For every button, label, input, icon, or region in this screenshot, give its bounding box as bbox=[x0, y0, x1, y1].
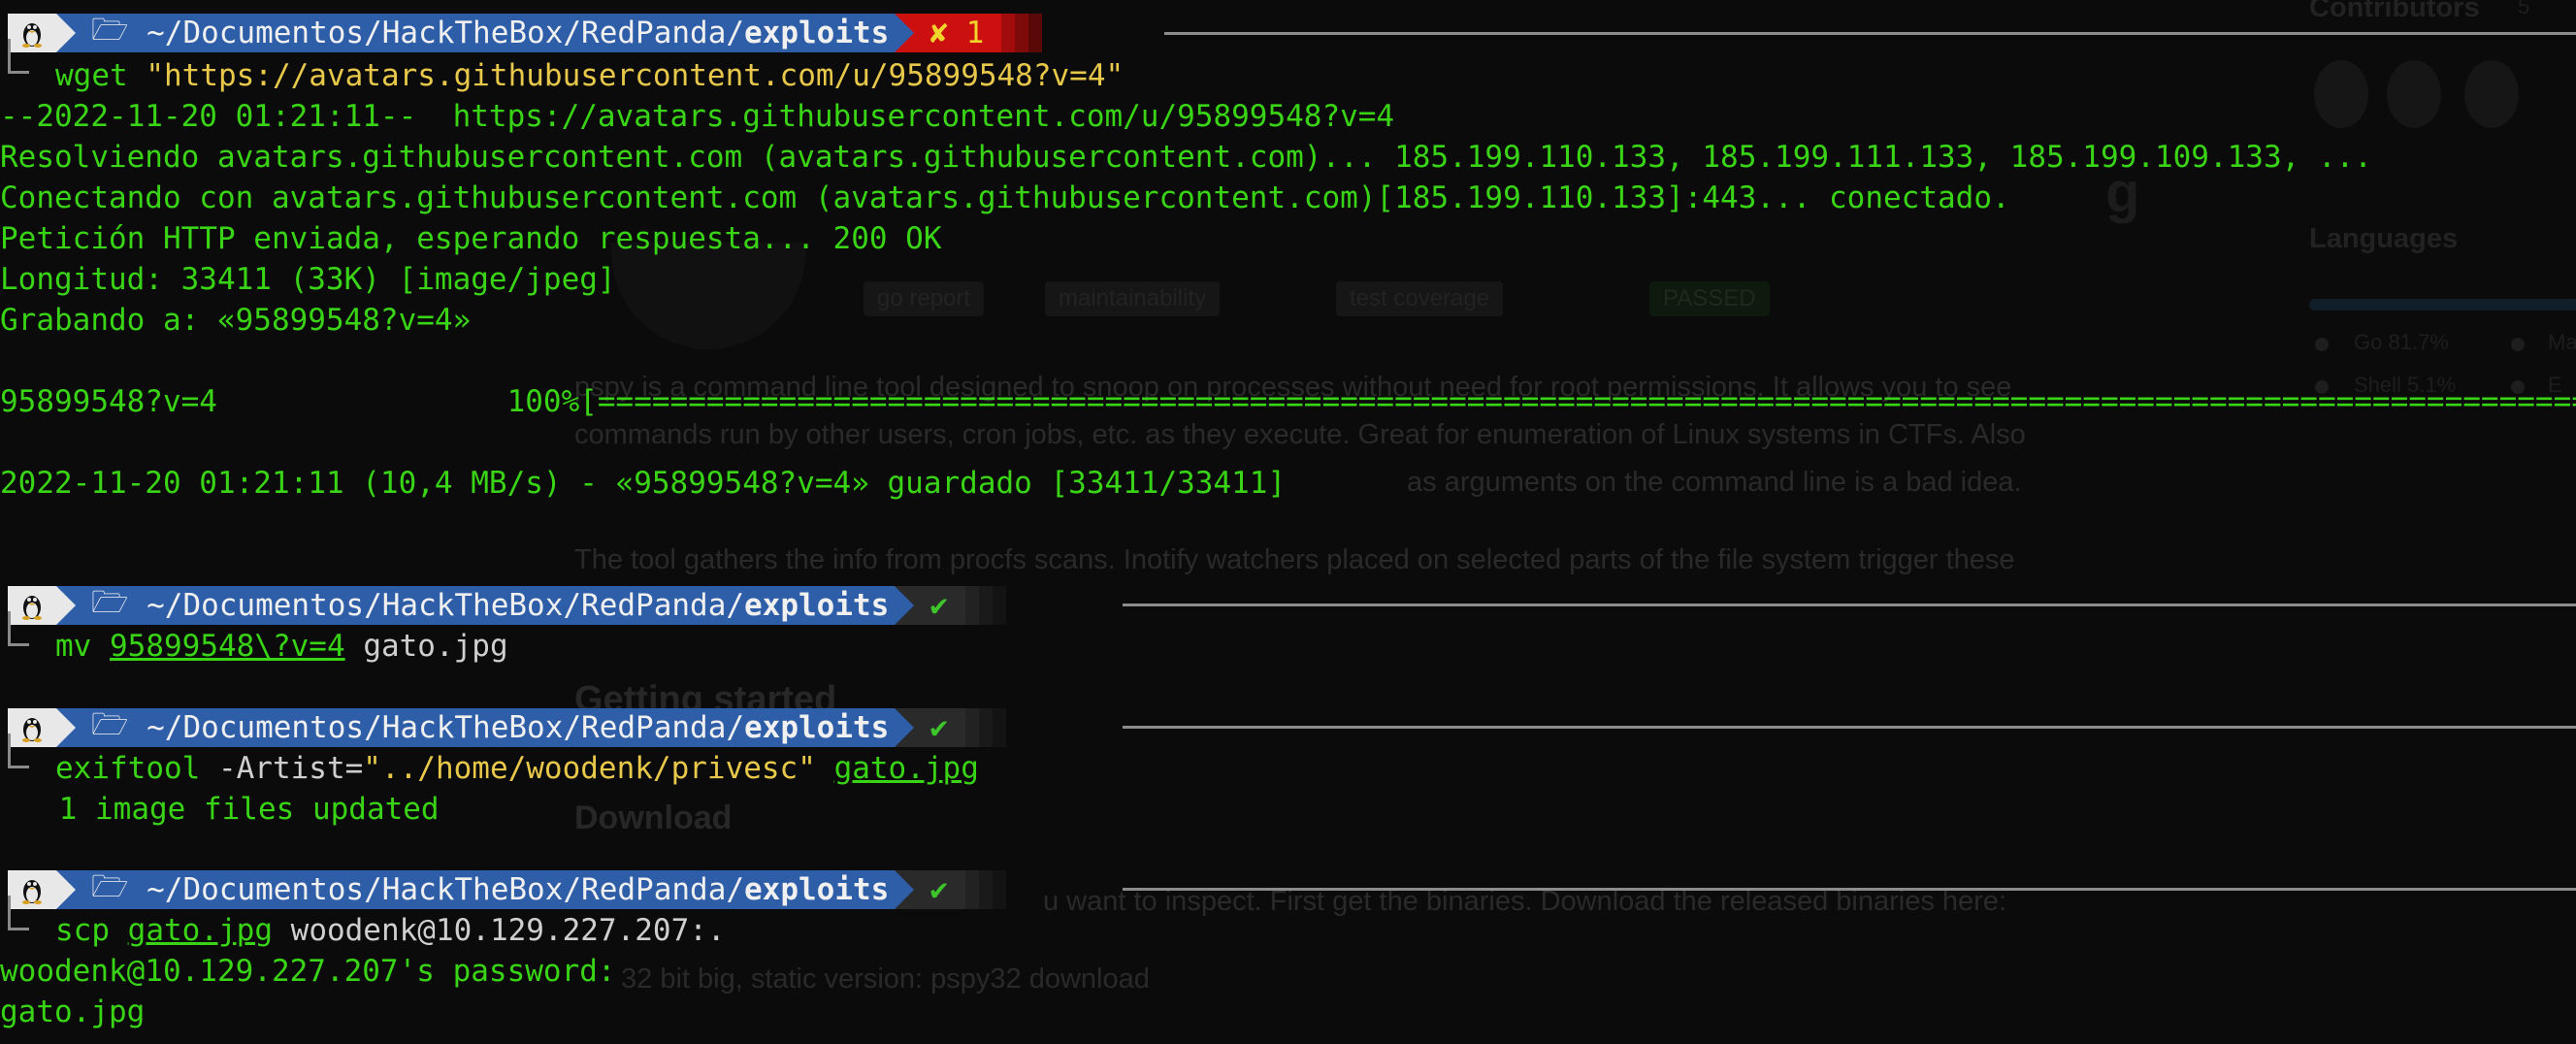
output-line: Grabando a: «95899548?v=4» bbox=[0, 303, 472, 338]
output-line: Conectando con avatars.githubusercontent… bbox=[0, 180, 2010, 215]
prompt-connector bbox=[8, 896, 11, 930]
folder-icon: 🗁 bbox=[91, 12, 129, 48]
prompt-connector bbox=[8, 928, 29, 930]
output-line: --2022-11-20 01:21:11-- https://avatars.… bbox=[0, 99, 1395, 134]
command-line[interactable]: scp gato.jpg woodenk@10.129.227.207:. bbox=[55, 910, 726, 951]
prompt-fade bbox=[965, 708, 1006, 747]
download-progress-line: 95899548?v=4 100%[======================… bbox=[0, 384, 2576, 419]
prompt-bar: 🗁 ~/Documentos/HackTheBox/RedPanda/explo… bbox=[8, 869, 1006, 909]
output-line: Longitud: 33411 (33K) [image/jpeg] bbox=[0, 262, 616, 297]
prompt-path: 🗁 ~/Documentos/HackTheBox/RedPanda/explo… bbox=[56, 869, 915, 909]
prompt-fade bbox=[965, 586, 1006, 625]
prompt-path: 🗁 ~/Documentos/HackTheBox/RedPanda/explo… bbox=[56, 13, 915, 52]
prompt-rule bbox=[1123, 726, 2576, 729]
prompt-path: 🗁 ~/Documentos/HackTheBox/RedPanda/explo… bbox=[56, 707, 915, 747]
output-line: Resolviendo avatars.githubusercontent.co… bbox=[0, 140, 2372, 175]
prompt-rule bbox=[1123, 604, 2576, 606]
prompt-bar: 🗁 ~/Documentos/HackTheBox/RedPanda/explo… bbox=[8, 13, 1043, 52]
prompt-fade bbox=[1001, 14, 1043, 52]
prompt-rule bbox=[1164, 32, 2576, 35]
output-line: gato.jpg bbox=[0, 995, 146, 1029]
output-line: 2022-11-20 01:21:11 (10,4 MB/s) - «95899… bbox=[0, 466, 1287, 501]
prompt-connector bbox=[8, 611, 11, 646]
linux-tux-icon bbox=[8, 586, 76, 625]
linux-tux-icon bbox=[8, 870, 76, 909]
prompt-connector bbox=[8, 39, 11, 74]
command-line[interactable]: wget "https://avatars.githubusercontent.… bbox=[55, 55, 1124, 96]
prompt-connector bbox=[8, 643, 29, 646]
prompt-bar: 🗁 ~/Documentos/HackTheBox/RedPanda/explo… bbox=[8, 585, 1006, 625]
prompt-connector bbox=[8, 766, 29, 768]
command-line[interactable]: mv 95899548\?v=4 gato.jpg bbox=[55, 626, 508, 667]
command-line[interactable]: exiftool -Artist="../home/woodenk/prives… bbox=[55, 748, 979, 789]
linux-tux-icon bbox=[8, 708, 76, 747]
output-line: Petición HTTP enviada, esperando respues… bbox=[0, 221, 942, 256]
prompt-connector bbox=[8, 71, 29, 74]
terminal-window[interactable]: 🗁 ~/Documentos/HackTheBox/RedPanda/explo… bbox=[0, 0, 2576, 1044]
folder-icon: 🗁 bbox=[91, 868, 129, 904]
prompt-rule bbox=[1123, 888, 2576, 891]
prompt-fade bbox=[965, 870, 1006, 909]
folder-icon: 🗁 bbox=[91, 706, 129, 742]
prompt-path: 🗁 ~/Documentos/HackTheBox/RedPanda/explo… bbox=[56, 585, 915, 625]
prompt-connector bbox=[8, 734, 11, 768]
prompt-bar: 🗁 ~/Documentos/HackTheBox/RedPanda/explo… bbox=[8, 707, 1006, 747]
password-prompt[interactable]: woodenk@10.129.227.207's password: bbox=[0, 951, 616, 992]
output-line: 1 image files updated bbox=[41, 792, 440, 827]
folder-icon: 🗁 bbox=[91, 584, 129, 620]
linux-tux-icon bbox=[8, 14, 76, 52]
